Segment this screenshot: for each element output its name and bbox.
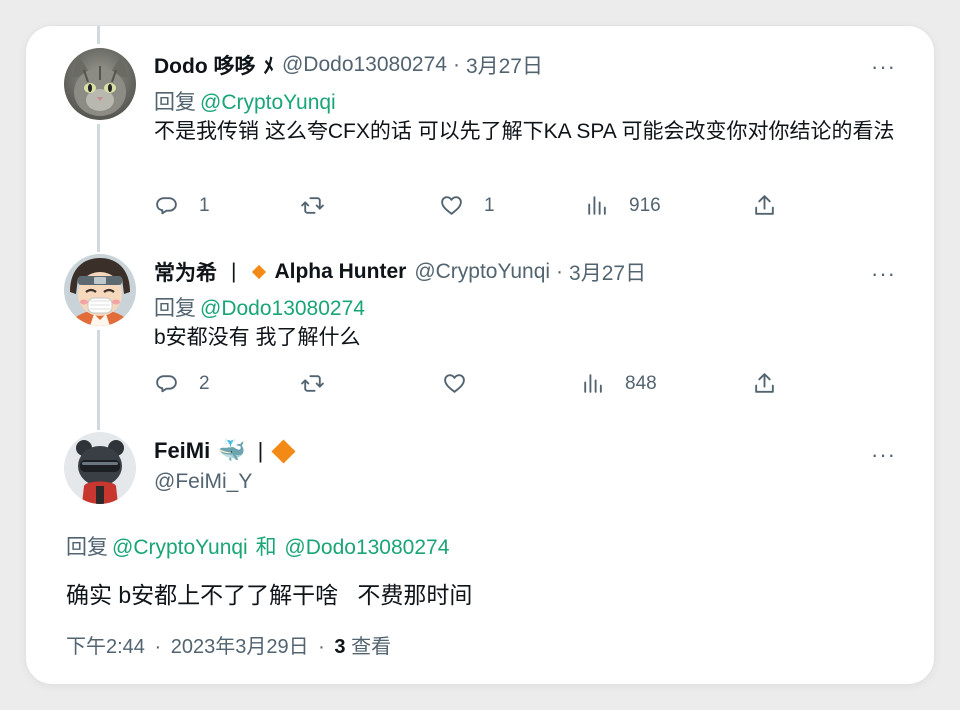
avatar-changweixi[interactable]	[64, 254, 136, 326]
avatar-dodo[interactable]	[64, 48, 136, 120]
tweet-2-share-button[interactable]	[752, 371, 777, 396]
thread-line-2	[97, 330, 100, 430]
tweet-2-reply-context: 回复 @Dodo13080274	[154, 292, 365, 322]
thread-line-top	[97, 26, 100, 44]
main-tweet-name-divider: |	[257, 438, 264, 463]
share-icon	[755, 195, 774, 215]
tweet-2-reply-count: 2	[199, 372, 210, 394]
tweet-1-more-icon[interactable]: ···	[871, 56, 896, 78]
tweet-2-more-icon[interactable]: ···	[871, 263, 896, 285]
whale-icon: 🐳	[218, 438, 246, 463]
tweet-1-views-button[interactable]: 916	[584, 193, 661, 218]
tweet-2-views-button[interactable]: 848	[580, 371, 657, 396]
main-tweet-diamond-icon	[271, 438, 296, 464]
main-tweet-handle-row: @FeiMi_Y	[154, 470, 252, 494]
tweet-1-name-badge: ﾒ	[263, 55, 274, 78]
tweet-2-name-divider: |	[231, 260, 237, 283]
tweet-1-reply-to-link[interactable]: @CryptoYunqi	[200, 91, 336, 114]
reply-icon	[156, 197, 177, 215]
tweet-1-dot: ·	[452, 53, 460, 76]
tweet-1-like-count: 1	[484, 194, 495, 216]
main-tweet-dot-2: ·	[318, 636, 325, 658]
main-tweet-author-name[interactable]: FeiMi	[154, 438, 210, 464]
thread-line-1	[97, 124, 100, 252]
tweet-2-dot: ·	[556, 260, 564, 283]
tweet-1-share-button[interactable]	[752, 193, 777, 218]
tweet-1-view-count: 916	[629, 194, 661, 216]
tweet-2-date[interactable]: 3月27日	[569, 257, 646, 287]
tweet-2-header: 常为希 | Alpha Hunter @CryptoYunqi · 3月27日	[154, 257, 646, 287]
share-icon	[755, 373, 774, 393]
tweet-2-actions: 2 848	[154, 371, 794, 399]
tweet-1-date[interactable]: 3月27日	[466, 50, 543, 80]
tweet-1-actions: 1 1 916	[154, 193, 794, 221]
main-tweet-date[interactable]: 2023年3月29日	[171, 636, 309, 658]
tweet-thread-card: Dodo 哆哆 ﾒ @Dodo13080274 · 3月27日 ··· 回复 @C…	[26, 26, 934, 684]
main-tweet-view-count: 3	[334, 636, 346, 658]
tweet-2-author-name-suffix[interactable]: Alpha Hunter	[274, 260, 406, 284]
tweet-2-handle[interactable]: @CryptoYunqi	[414, 260, 550, 284]
reply-and: 和	[255, 536, 277, 559]
main-tweet-reply-context: 回复 @CryptoYunqi 和 @Dodo13080274	[66, 531, 449, 561]
tweet-1-reply-context: 回复 @CryptoYunqi	[154, 86, 336, 116]
reply-icon	[156, 375, 177, 393]
avatar-feimi[interactable]	[64, 432, 136, 504]
tweet-2-retweet-button[interactable]	[300, 371, 345, 396]
tweet-1-author-name[interactable]: Dodo 哆哆	[154, 50, 255, 80]
main-tweet-time[interactable]: 下午2:44	[66, 636, 145, 658]
tweet-1-text: 不是我传销 这么夸CFX的话 可以先了解下KA SPA 可能会改变你对你结论的看…	[154, 120, 895, 143]
tweet-2-diamond-icon	[252, 264, 267, 280]
tweet-1-header: Dodo 哆哆 ﾒ @Dodo13080274 · 3月27日	[154, 50, 543, 80]
main-tweet-meta: 下午2:44 · 2023年3月29日 · 3 查看	[66, 630, 391, 659]
retweet-icon	[301, 197, 324, 214]
tweet-1-handle[interactable]: @Dodo13080274	[282, 53, 447, 77]
tweet-2-author-name[interactable]: 常为希	[154, 257, 217, 287]
main-tweet-handle[interactable]: @FeiMi_Y	[154, 470, 252, 493]
main-tweet-views-label: 查看	[351, 636, 392, 658]
main-tweet-more-icon[interactable]: ···	[871, 444, 896, 466]
tweet-1-like-button[interactable]: 1	[439, 193, 495, 218]
tweet-1-retweet-button[interactable]	[300, 193, 345, 218]
like-icon	[441, 196, 462, 215]
main-tweet-reply-to-link-2[interactable]: @Dodo13080274	[284, 536, 449, 559]
views-icon	[588, 196, 606, 215]
like-icon	[444, 374, 465, 393]
views-icon	[584, 374, 602, 393]
tweet-2-reply-button[interactable]: 2	[154, 371, 210, 396]
tweet-2-like-button[interactable]	[442, 371, 487, 396]
reply-prefix: 回复	[154, 91, 196, 114]
tweet-2-text: b安都没有 我了解什么	[154, 326, 361, 349]
tweet-1-reply-count: 1	[199, 194, 210, 216]
tweet-1-reply-button[interactable]: 1	[154, 193, 210, 218]
tweet-2-view-count: 848	[625, 372, 657, 394]
retweet-icon	[301, 375, 324, 392]
reply-prefix: 回复	[154, 297, 196, 320]
main-tweet-reply-to-link-1[interactable]: @CryptoYunqi	[112, 536, 248, 559]
main-tweet-text: 确实 b安都上不了了解干啥 不费那时间	[66, 582, 473, 608]
main-tweet-dot-1: ·	[154, 636, 162, 658]
tweet-2-reply-to-link[interactable]: @Dodo13080274	[200, 297, 365, 320]
reply-prefix: 回复	[66, 536, 108, 559]
main-tweet-header: FeiMi 🐳 |	[154, 438, 296, 464]
